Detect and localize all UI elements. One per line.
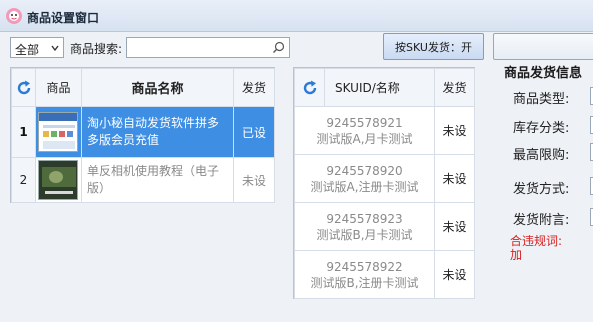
sku-id: 9245578921	[326, 115, 403, 130]
sku-id: 9245578922	[326, 259, 403, 274]
sku-info-cell: 9245578921 测试版A,月卡测试	[294, 106, 435, 155]
filter-select[interactable]: 全部	[10, 37, 64, 58]
purchase-limit-label: 最高限购:	[513, 148, 570, 163]
table-row[interactable]: 1 淘小秘自动发货软件拼多多版会员充值 已设	[11, 106, 275, 158]
forbidden-words-warning: 合违规词:加	[510, 234, 563, 262]
product-name: 单反相机使用教程（电子版）	[81, 157, 234, 203]
product-ship-status: 未设	[233, 157, 275, 203]
ship-method-label: 发货方式:	[513, 182, 570, 197]
product-type-label: 商品类型:	[513, 92, 570, 107]
sku-table-header: SKUID/名称 发货	[294, 68, 475, 107]
sku-row[interactable]: 9245578920 测试版A,注册卡测试 未设	[294, 154, 475, 203]
window-title: 商品设置窗口	[27, 11, 100, 25]
col-header-status: 发货	[233, 68, 275, 107]
ship-info-panel: 商品发货信息 商品类型: 库存分类: 最高限购: 发货方式: 发货附言: 合违规…	[493, 60, 593, 322]
sku-row[interactable]: 9245578921 测试版A,月卡测试 未设	[294, 106, 475, 155]
window-titlebar: 商品设置窗口	[0, 0, 593, 32]
sku-name: 测试版B,注册卡测试	[310, 275, 419, 290]
sku-ship-status: 未设	[434, 250, 475, 299]
sku-ship-status: 未设	[434, 154, 475, 203]
product-thumbnail	[38, 112, 78, 152]
search-input[interactable]	[129, 39, 269, 56]
sku-info-cell: 9245578920 测试版A,注册卡测试	[294, 154, 435, 203]
sku-refresh-header-cell[interactable]	[294, 68, 325, 107]
sku-ship-status: 未设	[434, 106, 475, 155]
product-table: 商品 商品名称 发货 1 淘小秘自动发货软件拼多多版会员充值 已设 2 单反相机…	[11, 68, 275, 203]
product-ship-status: 已设	[233, 106, 275, 158]
sku-id: 9245578920	[326, 163, 403, 178]
col-header-image: 商品	[35, 68, 82, 107]
product-thumbnail-cell	[35, 106, 82, 158]
sku-row[interactable]: 9245578923 测试版B,月卡测试 未设	[294, 202, 475, 251]
product-thumbnail	[38, 160, 78, 200]
sku-id: 9245578923	[326, 211, 403, 226]
sku-col-header-status: 发货	[434, 68, 475, 107]
search-label: 商品搜索:	[70, 42, 123, 56]
sku-name: 测试版B,月卡测试	[316, 227, 413, 242]
sku-ship-status: 未设	[434, 202, 475, 251]
sku-info-cell: 9245578922 测试版B,注册卡测试	[294, 250, 435, 299]
product-table-panel: 商品 商品名称 发货 1 淘小秘自动发货软件拼多多版会员充值 已设 2 单反相机…	[10, 67, 275, 203]
sku-col-header-name: SKUID/名称	[324, 68, 435, 107]
col-header-name: 商品名称	[81, 68, 234, 107]
stock-category-label: 库存分类:	[513, 121, 570, 136]
chevron-down-icon	[51, 45, 59, 52]
refresh-header-cell[interactable]	[11, 68, 36, 107]
row-number: 1	[11, 106, 36, 158]
table-row[interactable]: 2 单反相机使用教程（电子版） 未设	[11, 157, 275, 203]
app-logo-icon	[6, 8, 22, 24]
ship-note-label: 发货附言:	[513, 213, 570, 228]
sku-name: 测试版A,注册卡测试	[310, 179, 419, 194]
blank-button[interactable]	[493, 33, 593, 60]
ship-info-title: 商品发货信息	[504, 66, 583, 81]
product-table-header: 商品 商品名称 发货	[11, 68, 275, 107]
refresh-icon[interactable]	[15, 79, 33, 97]
row-number: 2	[11, 157, 36, 203]
product-name: 淘小秘自动发货软件拼多多版会员充值	[81, 106, 234, 158]
sku-row[interactable]: 9245578922 测试版B,注册卡测试 未设	[294, 250, 475, 299]
sku-table-panel: SKUID/名称 发货 9245578921 测试版A,月卡测试 未设 9245…	[293, 67, 475, 299]
filter-select-value: 全部	[15, 43, 40, 57]
search-field[interactable]	[126, 37, 290, 58]
refresh-icon[interactable]	[301, 79, 319, 97]
sku-table: SKUID/名称 发货 9245578921 测试版A,月卡测试 未设 9245…	[294, 68, 475, 299]
search-icon[interactable]	[272, 41, 285, 54]
sku-name: 测试版A,月卡测试	[316, 131, 413, 146]
sku-info-cell: 9245578923 测试版B,月卡测试	[294, 202, 435, 251]
sku-ship-toggle-button[interactable]: 按SKU发货：开	[383, 33, 484, 60]
product-thumbnail-cell	[35, 157, 82, 203]
